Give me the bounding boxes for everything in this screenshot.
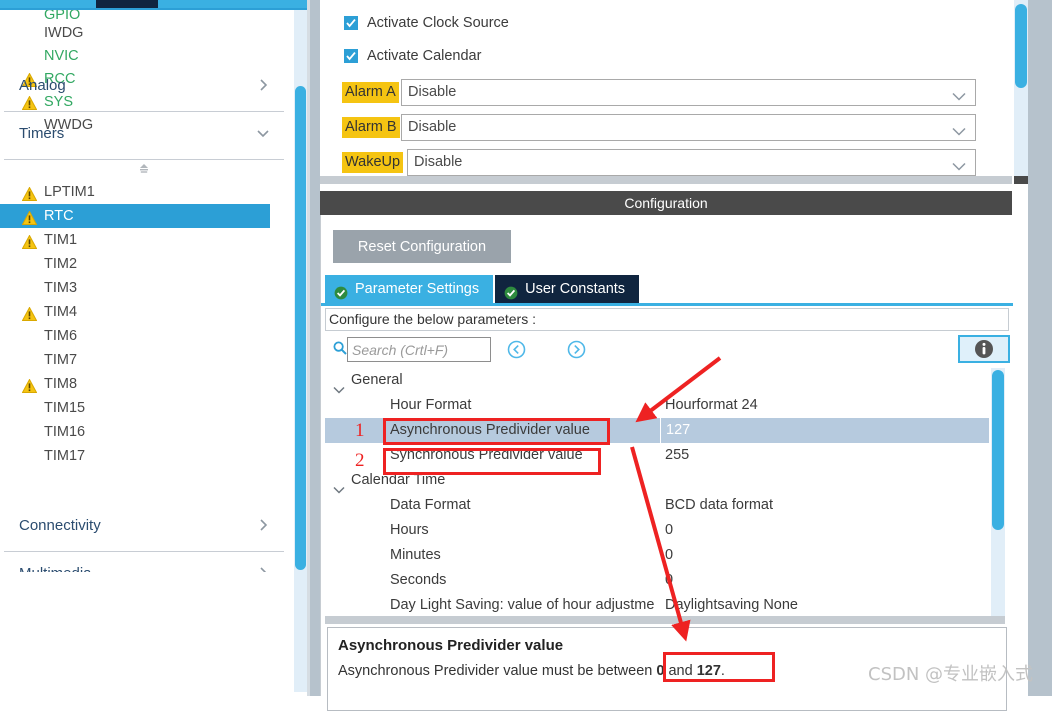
app-window: GPIO IWDG NVIC RCC SYS WWDG Analog Timers LPTIM… — [0, 0, 1052, 711]
watermark: CSDN @专业嵌入式 — [868, 664, 1034, 685]
annotation-overlay — [630, 356, 722, 642]
